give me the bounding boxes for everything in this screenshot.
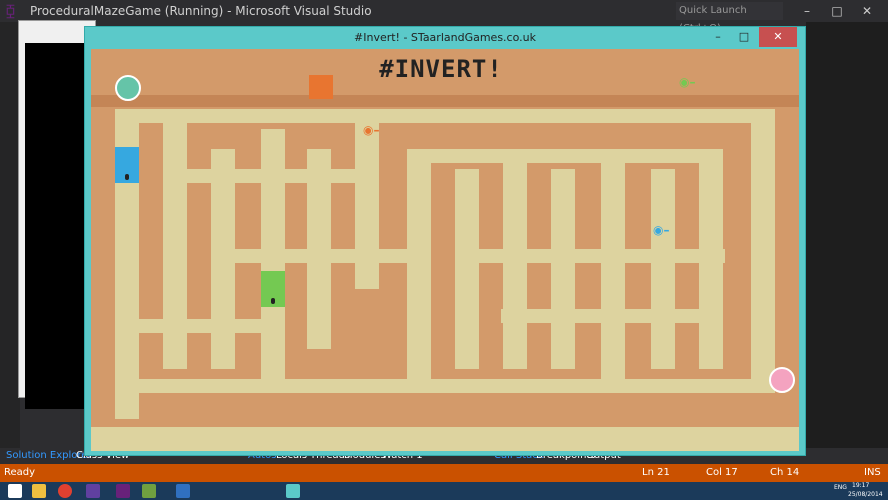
blue-door: [115, 147, 139, 171]
file-explorer-icon[interactable]: [32, 484, 46, 498]
player-character: [115, 75, 141, 101]
maze-path: [751, 109, 775, 393]
vs-window-title: ProceduralMazeGame (Running) - Microsoft…: [30, 4, 372, 18]
game-app-icon[interactable]: [176, 484, 190, 498]
maze-path: [455, 249, 725, 263]
game-logo: #INVERT!: [379, 55, 503, 83]
status-ch: Ch 14: [770, 467, 800, 478]
green-door: [261, 271, 285, 295]
invert-game-taskbar-icon[interactable]: [286, 484, 300, 498]
image-app-icon[interactable]: [142, 484, 156, 498]
maze-path: [551, 169, 575, 369]
orange-door: [309, 75, 333, 99]
vs-left-panel: [0, 22, 20, 462]
blue-key-icon: ◉–: [653, 223, 670, 237]
game-close-icon[interactable]: ✕: [759, 27, 797, 47]
language-indicator: ENG: [834, 484, 847, 491]
game-window[interactable]: #Invert! - STaarlandGames.co.uk – □ ✕ #I…: [84, 26, 806, 456]
maze-footer: [91, 427, 799, 451]
visual-studio-icon[interactable]: [116, 484, 130, 498]
maze-path: [501, 309, 721, 323]
maze-path: [115, 379, 775, 393]
visual-studio-logo-icon: ⧮: [6, 3, 15, 19]
chrome-icon[interactable]: [58, 484, 72, 498]
status-bar: Ready Ln 21 Col 17 Ch 14 INS: [0, 464, 888, 482]
clock-time: 19:17: [852, 482, 870, 489]
clock-date: 25/08/2014: [848, 491, 883, 498]
minimize-icon[interactable]: –: [792, 0, 822, 22]
game-window-title: #Invert! - STaarlandGames.co.uk: [354, 31, 536, 44]
maze-path: [115, 109, 775, 123]
game-minimize-icon[interactable]: –: [705, 27, 731, 47]
app-icon[interactable]: [86, 484, 100, 498]
maze-path: [211, 249, 431, 263]
green-key-icon: ◉–: [679, 75, 696, 89]
status-line: Ln 21: [642, 467, 670, 478]
status-col: Col 17: [706, 467, 738, 478]
maze-path: [601, 149, 625, 389]
close-icon[interactable]: ✕: [852, 0, 882, 22]
maze-path: [407, 149, 707, 163]
windows-taskbar: ENG 19:17 25/08/2014: [0, 482, 888, 500]
green-lock-icon: [261, 295, 285, 307]
start-icon[interactable]: [8, 484, 22, 498]
maze-path: [115, 319, 265, 333]
vs-right-panel: [806, 22, 888, 462]
maze-path: [455, 169, 479, 369]
orange-key-icon: ◉–: [363, 123, 380, 137]
console-output: [25, 43, 89, 409]
goal-character: [769, 367, 795, 393]
maze-path: [163, 169, 363, 183]
maze-canvas[interactable]: #INVERT! ◉– ◉– ◉–: [91, 49, 799, 451]
vs-title-bar: ⧮ ProceduralMazeGame (Running) - Microso…: [0, 0, 888, 34]
quick-launch-input[interactable]: Quick Launch (Ctrl+Q): [676, 2, 783, 34]
status-mode: INS: [864, 467, 881, 478]
maze-path: [651, 169, 675, 369]
status-ready: Ready: [4, 467, 36, 478]
maze-path: [407, 149, 431, 389]
game-maximize-icon[interactable]: □: [731, 27, 757, 47]
maximize-icon[interactable]: □: [822, 0, 852, 22]
maze-wall: [91, 95, 799, 107]
blue-lock-icon: [115, 171, 139, 183]
